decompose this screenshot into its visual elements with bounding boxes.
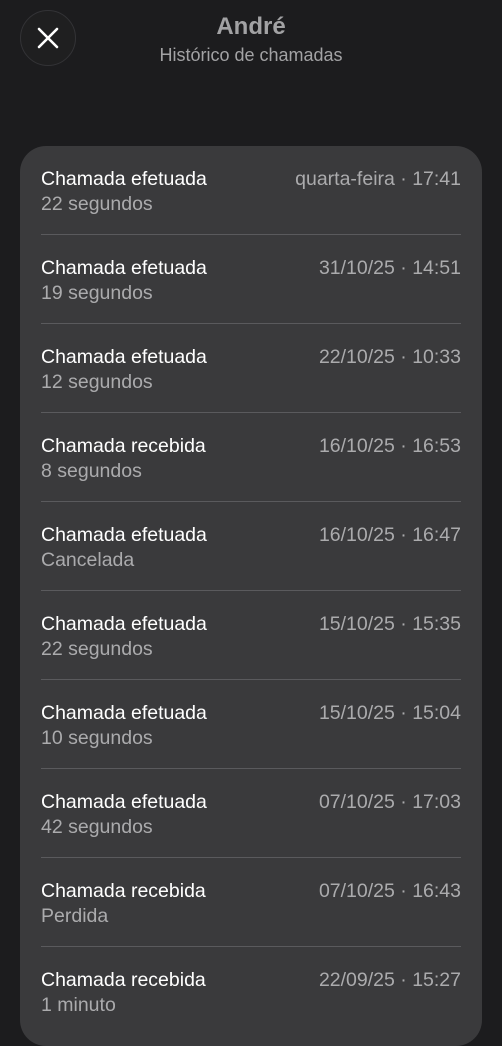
call-row[interactable]: Chamada recebida 07/10/25 · 16:43 Perdid… [20, 858, 482, 947]
call-type: Chamada efetuada [41, 791, 207, 813]
call-time: 22/10/25 · 10:33 [318, 346, 461, 368]
call-time: 07/10/25 · 16:43 [318, 880, 461, 902]
call-detail: 19 segundos [41, 282, 153, 304]
call-row[interactable]: Chamada recebida 16/10/25 · 16:53 8 segu… [20, 413, 482, 502]
call-time: 22/09/25 · 15:27 [318, 969, 461, 991]
call-time: 15/10/25 · 15:35 [318, 613, 461, 635]
call-detail: Perdida [41, 905, 109, 927]
call-detail: 42 segundos [41, 816, 153, 838]
call-time: 16/10/25 · 16:47 [318, 524, 461, 546]
call-history-list: Chamada efetuada quarta-feira · 17:41 22… [20, 146, 482, 1046]
call-row[interactable]: Chamada efetuada 31/10/25 · 14:51 19 seg… [20, 235, 482, 324]
call-time: quarta-feira · 17:41 [295, 168, 461, 190]
call-row[interactable]: Chamada efetuada quarta-feira · 17:41 22… [20, 146, 482, 235]
call-detail: Cancelada [41, 549, 135, 571]
call-type: Chamada efetuada [41, 257, 207, 279]
contact-name: André [216, 13, 286, 40]
call-row[interactable]: Chamada efetuada 16/10/25 · 16:47 Cancel… [20, 502, 482, 591]
call-row[interactable]: Chamada efetuada 15/10/25 · 15:35 22 seg… [20, 591, 482, 680]
call-type: Chamada efetuada [41, 346, 207, 368]
call-row[interactable]: Chamada efetuada 15/10/25 · 15:04 10 seg… [20, 680, 482, 769]
call-detail: 12 segundos [41, 371, 153, 393]
call-detail: 1 minuto [41, 994, 116, 1016]
title-block: André Histórico de chamadas [0, 12, 502, 68]
call-detail: 10 segundos [41, 727, 153, 749]
call-time: 16/10/25 · 16:53 [318, 435, 461, 457]
page-subtitle: Histórico de chamadas [159, 45, 343, 65]
call-row[interactable]: Chamada efetuada 22/10/25 · 10:33 12 seg… [20, 324, 482, 413]
call-detail: 22 segundos [41, 193, 153, 215]
call-type: Chamada recebida [41, 880, 206, 902]
call-type: Chamada efetuada [41, 524, 207, 546]
call-time: 07/10/25 · 17:03 [318, 791, 461, 813]
call-type: Chamada efetuada [41, 702, 207, 724]
call-detail: 22 segundos [41, 638, 153, 660]
call-time: 31/10/25 · 14:51 [318, 257, 461, 279]
call-type: Chamada efetuada [41, 613, 207, 635]
call-type: Chamada recebida [41, 969, 206, 991]
call-detail: 8 segundos [41, 460, 142, 482]
call-row[interactable]: Chamada recebida 22/09/25 · 15:27 1 minu… [20, 947, 482, 1036]
call-time: 15/10/25 · 15:04 [318, 702, 461, 724]
call-type: Chamada recebida [41, 435, 206, 457]
header: André Histórico de chamadas [0, 0, 502, 120]
call-row[interactable]: Chamada efetuada 07/10/25 · 17:03 42 seg… [20, 769, 482, 858]
call-type: Chamada efetuada [41, 168, 207, 190]
